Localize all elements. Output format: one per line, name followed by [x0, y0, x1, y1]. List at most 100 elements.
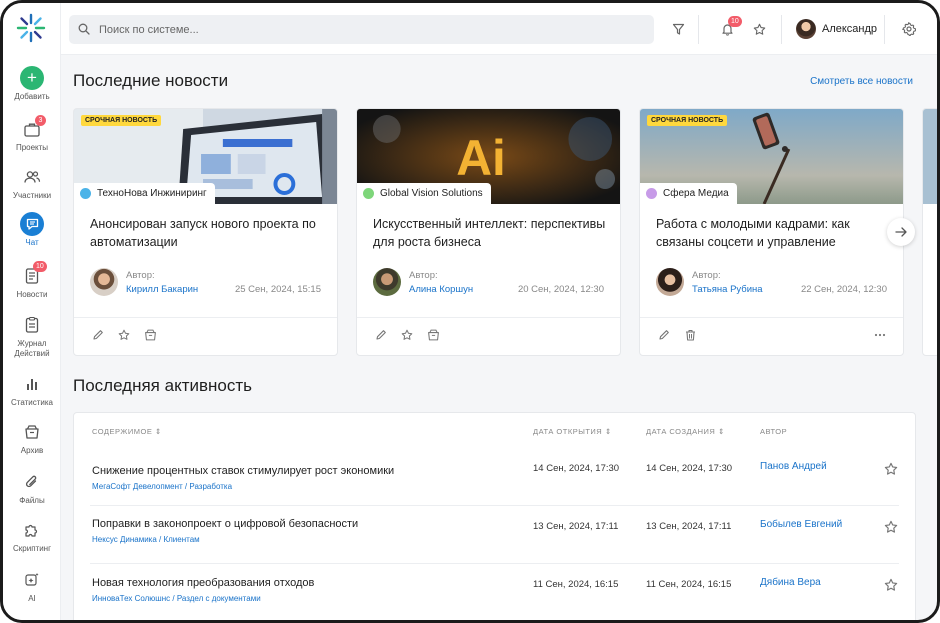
row-created: 13 Сен, 2024, 17:11: [646, 521, 732, 532]
pencil-icon: [376, 330, 386, 340]
row-opened: 14 Сен, 2024, 17:30: [533, 463, 620, 474]
archive-button[interactable]: [425, 327, 441, 343]
sidebar-item-add[interactable]: + Добавить: [3, 66, 61, 102]
gear-icon: [902, 22, 916, 36]
search-box: [69, 15, 654, 44]
app-logo[interactable]: [15, 12, 47, 44]
sidebar-item-ai[interactable]: AI: [3, 568, 61, 604]
news-title[interactable]: Работа с молодыми кадрами: как связаны с…: [656, 215, 889, 251]
star-icon: [118, 329, 130, 340]
company-tag[interactable]: ТехноНова Инжиниринг: [74, 183, 215, 204]
column-header-created[interactable]: Дата создания ⇕: [646, 427, 725, 436]
author-label: Автор:: [126, 270, 155, 281]
sidebar-item-projects[interactable]: 3 Проекты: [3, 115, 61, 153]
company-dot: [363, 188, 374, 199]
activity-table: Содержимое ⇕ Дата открытия ⇕ Дата создан…: [73, 412, 916, 620]
row-company[interactable]: ИнноваТех Солюшнс: [92, 594, 170, 603]
author-label: Автор:: [692, 270, 721, 281]
bar-chart-icon: [27, 379, 37, 390]
row-folder[interactable]: Раздел с документами: [177, 594, 261, 603]
row-folder[interactable]: Разработка: [189, 482, 232, 491]
star-icon[interactable]: [884, 578, 898, 592]
row-title[interactable]: Снижение процентных ставок стимулирует р…: [92, 465, 394, 477]
sidebar-item-label: Новости: [16, 290, 48, 299]
sidebar-item-chat[interactable]: Чат: [3, 212, 61, 248]
card-divider: [357, 317, 620, 318]
more-button[interactable]: [872, 327, 888, 343]
see-all-news-link[interactable]: Смотреть все новости: [810, 76, 913, 87]
news-card[interactable]: СРОЧНАЯ НОВОСТЬ Сфера Медиа Работа с мол…: [639, 108, 904, 356]
search-icon: [78, 23, 90, 35]
svg-text:Ai: Ai: [456, 130, 506, 186]
row-author[interactable]: Дябина Вера: [760, 577, 821, 588]
row-company[interactable]: МегаСофт Девелопмент: [92, 482, 183, 491]
table-row[interactable]: Новая технология преобразования отходов …: [74, 564, 915, 620]
company-tag[interactable]: Global Vision Solutions: [357, 183, 491, 204]
news-card[interactable]: СРОЧНАЯ НОВОСТЬ ТехноНова Инжиниринг Ано…: [73, 108, 338, 356]
company-name: Global Vision Solutions: [380, 188, 483, 199]
notifications-badge: 10: [728, 16, 742, 27]
settings-button[interactable]: [899, 19, 919, 39]
toolbar-divider: [781, 15, 782, 44]
filter-button[interactable]: [668, 19, 688, 39]
pencil-icon: [659, 330, 669, 340]
table-row[interactable]: Поправки в законопроект о цифровой безоп…: [74, 506, 915, 564]
sidebar-item-archive[interactable]: Архив: [3, 420, 61, 456]
row-company[interactable]: Нексус Динамика: [92, 535, 157, 544]
sidebar: + Добавить 3 Проекты Участники Чат 10 Но…: [3, 3, 61, 620]
sort-icon: ⇕: [154, 427, 162, 436]
row-folder[interactable]: Клиентам: [163, 535, 199, 544]
news-card-partial: [922, 108, 937, 356]
edit-button[interactable]: [373, 327, 389, 343]
company-tag[interactable]: Сфера Медиа: [640, 183, 737, 204]
journal-icon: [25, 317, 39, 333]
column-header-content[interactable]: Содержимое ⇕: [92, 427, 162, 436]
row-opened: 11 Сен, 2024, 16:15: [533, 579, 619, 590]
sidebar-item-members[interactable]: Участники: [3, 165, 61, 201]
author-name[interactable]: Кирилл Бакарин: [126, 284, 198, 295]
company-name: Сфера Медиа: [663, 188, 729, 199]
row-author[interactable]: Панов Андрей: [760, 461, 827, 472]
sidebar-item-statistics[interactable]: Статистика: [3, 372, 61, 408]
table-row[interactable]: Снижение процентных ставок стимулирует р…: [74, 448, 915, 506]
sidebar-item-label: Чат: [25, 238, 39, 247]
row-title[interactable]: Новая технология преобразования отходов: [92, 577, 314, 589]
sidebar-item-scripting[interactable]: Скриптинг: [3, 518, 61, 554]
star-icon: [753, 23, 765, 35]
favorites-button[interactable]: [749, 19, 769, 39]
author-name[interactable]: Татьяна Рубина: [692, 284, 763, 295]
news-title[interactable]: Анонсирован запуск нового проекта по авт…: [90, 215, 323, 251]
user-menu[interactable]: Александр: [796, 18, 877, 40]
sidebar-item-news[interactable]: 10 Новости: [3, 261, 61, 300]
archive-button[interactable]: [142, 327, 158, 343]
news-date: 20 Сен, 2024, 12:30: [517, 284, 604, 295]
star-icon[interactable]: [884, 520, 898, 534]
avatar: [796, 19, 816, 39]
news-badge: 10: [33, 261, 47, 272]
company-name: ТехноНова Инжиниринг: [97, 188, 207, 199]
row-title[interactable]: Поправки в законопроект о цифровой безоп…: [92, 518, 358, 530]
sidebar-item-journal[interactable]: Журнал Действий: [3, 313, 61, 359]
notifications-button[interactable]: 10: [717, 16, 742, 39]
author-avatar: [656, 268, 684, 296]
column-header-opened[interactable]: Дата открытия ⇕: [533, 427, 612, 436]
sidebar-item-files[interactable]: Файлы: [3, 470, 61, 506]
carousel-next-button[interactable]: [887, 218, 915, 246]
search-input[interactable]: [99, 15, 639, 44]
star-icon[interactable]: [884, 462, 898, 476]
favorite-button[interactable]: [116, 327, 132, 343]
sidebar-item-label-2: Действий: [14, 349, 50, 358]
author-name[interactable]: Алина Коршун: [409, 284, 473, 295]
row-author[interactable]: Бобылев Евгений: [760, 519, 842, 530]
delete-button[interactable]: [682, 327, 698, 343]
trash-icon: [685, 329, 695, 341]
archive-icon: [144, 329, 156, 341]
sidebar-item-label: Файлы: [19, 496, 45, 505]
news-card[interactable]: Ai Global Vision Solutions Искусственный…: [356, 108, 621, 356]
edit-button[interactable]: [90, 327, 106, 343]
edit-button[interactable]: [656, 327, 672, 343]
sidebar-item-label: Журнал: [17, 339, 47, 348]
archive-icon: [25, 425, 39, 439]
favorite-button[interactable]: [399, 327, 415, 343]
news-title[interactable]: Искусственный интеллект: перспективы для…: [373, 215, 606, 251]
